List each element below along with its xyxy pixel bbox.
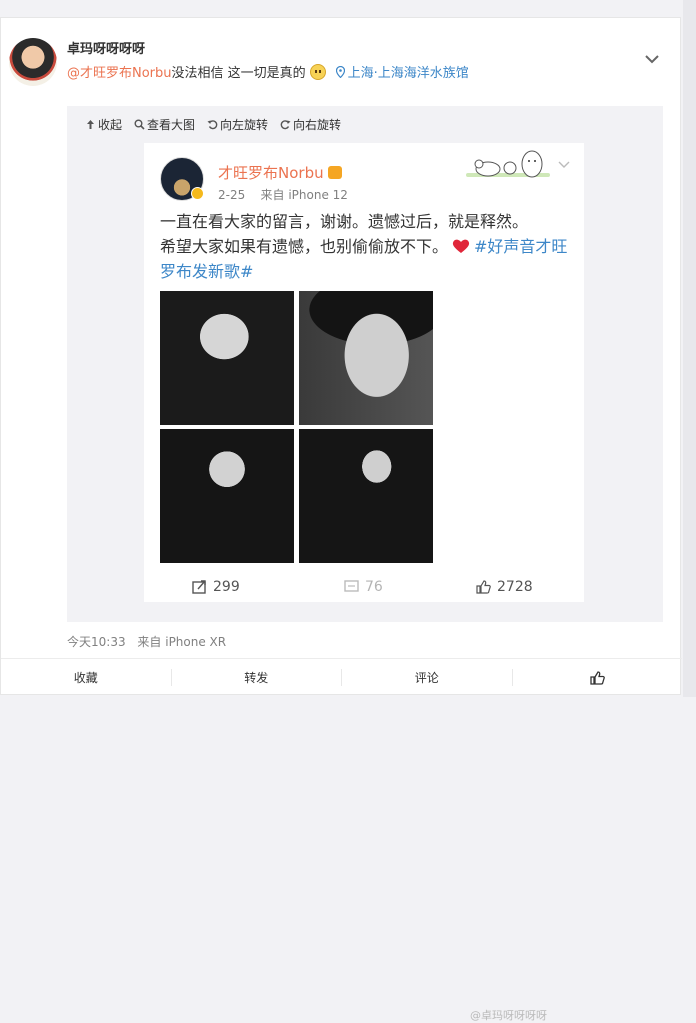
mention-link[interactable]: @才旺罗布Norbu [67, 62, 172, 81]
embedded-comment-count: 76 [344, 579, 383, 595]
favorite-button[interactable]: 收藏 [1, 669, 172, 686]
post-action-bar: 收藏 转发 评论 [1, 659, 682, 696]
embedded-action-bar: 299 76 2728 @卓玛呀呀呀呀 [144, 575, 584, 1022]
thumbs-up-icon [590, 670, 605, 685]
verified-badge-icon [191, 187, 204, 200]
photo-thumbnail [160, 429, 294, 563]
embedded-repost-count: 299 [192, 579, 240, 595]
comment-button[interactable]: 评论 [342, 669, 513, 686]
rotate-right-icon [280, 120, 291, 130]
repost-button[interactable]: 转发 [172, 669, 342, 686]
post-timestamp[interactable]: 今天10:33 [67, 635, 126, 649]
red-heart-icon [452, 239, 470, 253]
image-watermark: @卓玛呀呀呀呀 [470, 1009, 547, 1022]
photo-thumbnail [299, 291, 433, 425]
photo-thumbnail [160, 291, 294, 425]
embedded-like-count: 2728 [476, 579, 533, 595]
magnifier-icon [134, 119, 145, 130]
sad-face-emoji-icon [309, 63, 326, 80]
embedded-meta: 2-25 来自 iPhone 12 [218, 188, 348, 202]
avatar[interactable] [9, 38, 57, 86]
comment-icon [344, 580, 359, 592]
rotate-left-icon [207, 120, 218, 130]
window-scroll-strip[interactable] [683, 0, 696, 697]
post-caption: @才旺罗布Norbu 没法相信 这一切是真的 上海·上海海洋水族馆 [67, 62, 469, 81]
media-toolbar: 收起 查看大图 向左旋转 向右旋转 [85, 116, 353, 133]
post-meta: 今天10:33 来自 iPhone XR [67, 633, 234, 650]
collapse-up-icon [87, 120, 94, 129]
rotate-left-button[interactable]: 向左旋转 [207, 116, 280, 133]
collapse-button[interactable]: 收起 [85, 116, 134, 133]
embedded-chevron-icon [558, 161, 570, 168]
like-button[interactable] [513, 669, 683, 686]
caption-text: 没法相信 这一切是真的 [171, 66, 306, 81]
weibo-post-card: 卓玛呀呀呀呀 @才旺罗布Norbu 没法相信 这一切是真的 上海·上海海洋水族馆… [0, 17, 682, 1022]
post-username[interactable]: 卓玛呀呀呀呀 [67, 38, 145, 57]
embedded-username: 才旺罗布Norbu [218, 162, 342, 183]
view-large-button[interactable]: 查看大图 [134, 116, 207, 133]
thumbs-up-icon [476, 580, 491, 594]
location-link[interactable]: 上海·上海海洋水族馆 [348, 62, 469, 81]
chevron-down-icon[interactable] [645, 54, 659, 64]
media-viewer: 收起 查看大图 向左旋转 向右旋转 才旺罗布Norbu 2-25 来自 iPho… [67, 106, 663, 1022]
location-pin-icon [335, 65, 345, 78]
member-crown-icon [327, 166, 342, 179]
embedded-post-text: 一直在看大家的留言，谢谢。遗憾过后，就是释然。 希望大家如果有遗憾，也别偷偷放不… [160, 212, 568, 281]
reposted-screenshot-image[interactable]: 才旺罗布Norbu 2-25 来自 iPhone 12 一直在看大家的留言，谢谢… [144, 143, 584, 1022]
rotate-right-button[interactable]: 向右旋转 [280, 116, 353, 133]
cartoon-animals-decoration-icon [466, 150, 550, 178]
share-icon [192, 580, 206, 594]
photo-thumbnail [299, 429, 433, 563]
post-source: 来自 iPhone XR [137, 635, 227, 649]
